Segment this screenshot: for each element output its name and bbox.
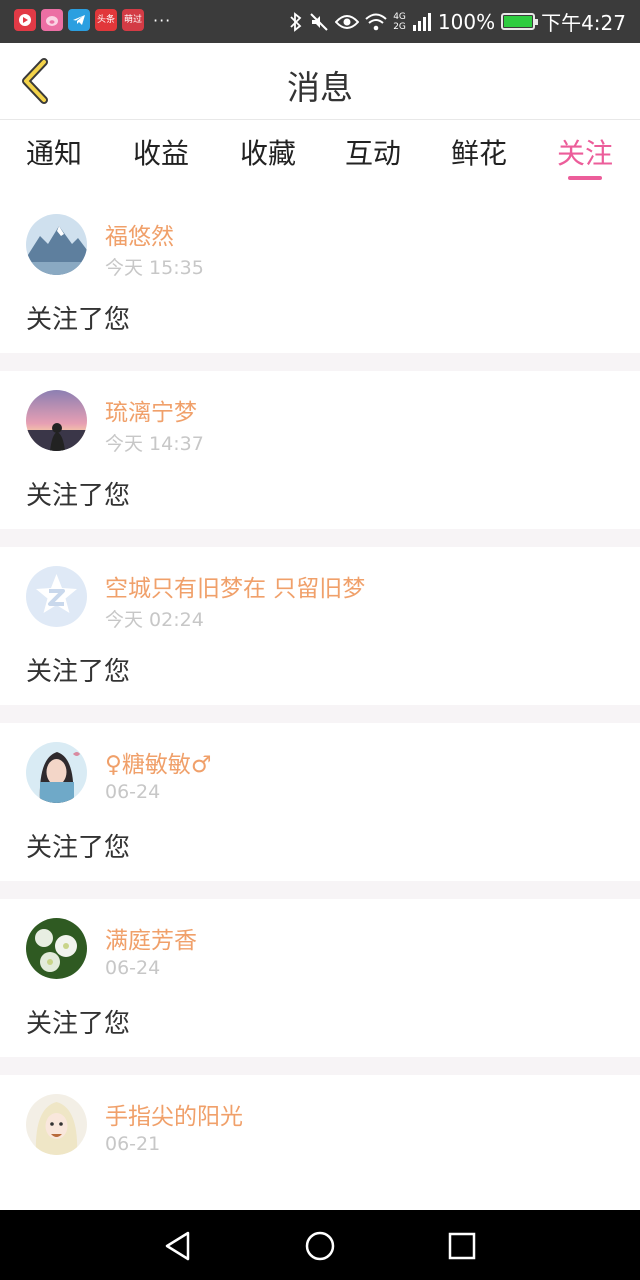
wifi-icon bbox=[365, 13, 387, 30]
list-item[interactable]: 福悠然 今天 15:35 关注了您 bbox=[0, 195, 640, 353]
timestamp: 今天 02:24 bbox=[105, 609, 204, 631]
tab-interactions[interactable]: 互动 bbox=[333, 132, 413, 172]
pig-app-icon bbox=[41, 9, 63, 31]
username[interactable]: 手指尖的阳光 bbox=[105, 1097, 243, 1131]
timestamp: 今天 14:37 bbox=[105, 433, 204, 455]
tab-favorites[interactable]: 收藏 bbox=[228, 132, 308, 172]
username[interactable]: ♀糖敏敏♂ bbox=[105, 745, 211, 779]
title-bar: 消息 bbox=[0, 43, 640, 120]
back-triangle-icon[interactable] bbox=[160, 1228, 196, 1264]
list-item[interactable]: 满庭芳香 06-24 关注了您 bbox=[0, 899, 640, 1057]
sunset-avatar[interactable] bbox=[26, 390, 87, 451]
mute-icon bbox=[310, 12, 328, 31]
tab-notifications[interactable]: 通知 bbox=[14, 132, 94, 172]
signal-icon bbox=[412, 12, 431, 31]
tab-follows[interactable]: 关注 bbox=[545, 132, 625, 172]
status-bar: 头条 萌过 ··· 4G 2G 100% 下午4:27 bbox=[0, 0, 640, 43]
username[interactable]: 琉漓宁梦 bbox=[105, 393, 197, 427]
list-item[interactable]: 空城只有旧梦在 只留旧梦 今天 02:24 关注了您 bbox=[0, 547, 640, 705]
toutiao-app-icon: 头条 bbox=[95, 9, 117, 31]
list-item[interactable]: ♀糖敏敏♂ 06-24 关注了您 bbox=[0, 723, 640, 881]
video-app-icon bbox=[14, 9, 36, 31]
timestamp: 今天 15:35 bbox=[105, 257, 204, 279]
list-item[interactable]: 琉漓宁梦 今天 14:37 关注了您 bbox=[0, 371, 640, 529]
active-tab-indicator bbox=[568, 176, 602, 180]
tab-bar: 通知 收益 收藏 互动 鲜花 关注 bbox=[0, 120, 640, 195]
action-text: 关注了您 bbox=[26, 1009, 131, 1039]
flower-avatar[interactable] bbox=[26, 918, 87, 979]
action-text: 关注了您 bbox=[26, 657, 131, 687]
bluetooth-icon bbox=[290, 11, 302, 32]
username[interactable]: 福悠然 bbox=[105, 217, 174, 251]
page-title: 消息 bbox=[287, 68, 353, 107]
timestamp: 06-21 bbox=[105, 1133, 161, 1155]
timestamp: 06-24 bbox=[105, 957, 161, 979]
anime-avatar[interactable] bbox=[26, 1094, 87, 1155]
timestamp: 06-24 bbox=[105, 781, 161, 803]
action-text: 关注了您 bbox=[26, 305, 131, 335]
eye-icon bbox=[335, 14, 360, 29]
telegram-app-icon bbox=[68, 9, 90, 31]
mountain-avatar[interactable] bbox=[26, 214, 87, 275]
recents-square-icon[interactable] bbox=[444, 1228, 480, 1264]
tab-flowers[interactable]: 鲜花 bbox=[439, 132, 519, 172]
dao-app-icon: 萌过 bbox=[122, 9, 144, 31]
home-circle-icon[interactable] bbox=[302, 1228, 338, 1264]
action-text: 关注了您 bbox=[26, 481, 131, 511]
system-nav-bar bbox=[0, 1210, 640, 1280]
girl-avatar[interactable] bbox=[26, 742, 87, 803]
tab-earnings[interactable]: 收益 bbox=[121, 132, 201, 172]
action-text: 关注了您 bbox=[26, 833, 131, 863]
username[interactable]: 满庭芳香 bbox=[105, 921, 197, 955]
notification-icons: 头条 萌过 ··· bbox=[14, 9, 171, 31]
follow-notification-list: 福悠然 今天 15:35 关注了您 琉漓宁梦 今天 14:37 关注了您 空城只… bbox=[0, 195, 640, 1251]
clock: 下午4:27 bbox=[541, 11, 626, 35]
more-notifications: ··· bbox=[153, 10, 172, 30]
username[interactable]: 空城只有旧梦在 只留旧梦 bbox=[105, 569, 365, 603]
network-type: 4G 2G bbox=[393, 11, 406, 32]
battery-percent: 100% bbox=[437, 9, 496, 34]
battery-icon bbox=[501, 13, 539, 30]
default-avatar[interactable] bbox=[26, 566, 87, 627]
